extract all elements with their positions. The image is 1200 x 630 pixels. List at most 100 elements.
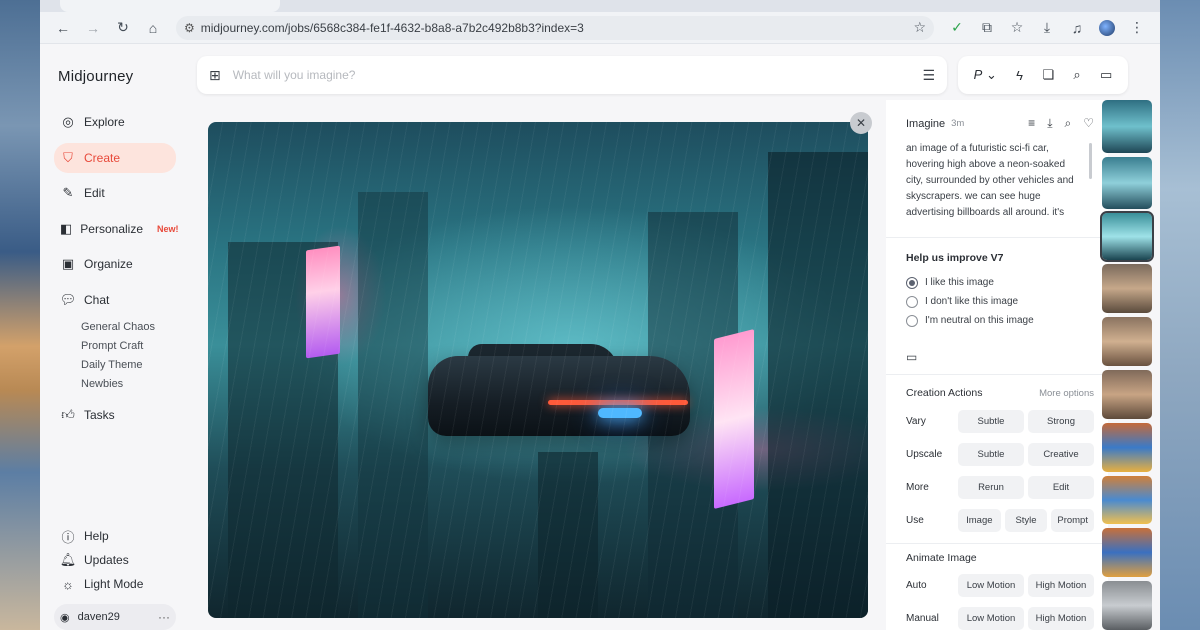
- bookmark-star-icon[interactable]: ☆: [913, 19, 926, 36]
- prompt-input[interactable]: What will you imagine?: [233, 68, 911, 82]
- folder-icon[interactable]: ▭: [1100, 67, 1112, 83]
- sidebar-item-chat[interactable]: 💬︎ Chat: [54, 285, 176, 315]
- divider: [886, 374, 1108, 375]
- thumbnail[interactable]: [1102, 475, 1152, 525]
- url-text[interactable]: midjourney.com/jobs/6568c384-fe1f-4632-b…: [201, 21, 908, 35]
- auto-low-motion-button[interactable]: Low Motion: [958, 574, 1024, 597]
- thumbnail[interactable]: [1102, 422, 1152, 472]
- divider: [886, 543, 1108, 544]
- user-account[interactable]: ◉ daven29 ···: [54, 604, 176, 630]
- list-icon[interactable]: ≡: [1028, 116, 1035, 131]
- light-mode-toggle[interactable]: ☼ Light Mode: [54, 572, 176, 596]
- sidebar-item-edit[interactable]: ✎ Edit: [54, 178, 176, 208]
- bell-icon: 🔔︎: [59, 552, 77, 567]
- edit-button[interactable]: Edit: [1028, 476, 1094, 499]
- updates-link[interactable]: 🔔︎ Updates: [54, 548, 176, 572]
- manual-high-motion-button[interactable]: High Motion: [1028, 607, 1094, 630]
- action-row-vary: Vary Subtle Strong: [906, 405, 1094, 438]
- radio-button[interactable]: [906, 295, 918, 308]
- radio-button[interactable]: [906, 314, 918, 327]
- browser-menu-icon[interactable]: ⋮: [1124, 15, 1150, 41]
- sidebar-item-organize[interactable]: ▣ Organize: [54, 249, 176, 279]
- thumbnail[interactable]: [1102, 156, 1152, 210]
- thumbnail[interactable]: [1102, 100, 1152, 153]
- thumbnail[interactable]: [1102, 317, 1152, 366]
- help-label: Help: [84, 529, 109, 543]
- reload-icon[interactable]: ↻: [110, 15, 136, 41]
- sidebar-item-create[interactable]: ⛉ Create: [54, 142, 176, 173]
- vary-strong-button[interactable]: Strong: [1028, 410, 1094, 433]
- download-icon[interactable]: ⤓: [1034, 15, 1060, 41]
- more-dots-icon[interactable]: ···: [158, 610, 170, 624]
- radio-button[interactable]: [906, 276, 918, 289]
- search-icon[interactable]: ⌕: [1073, 67, 1080, 83]
- upscale-creative-button[interactable]: Creative: [1028, 443, 1094, 466]
- chat-room-item[interactable]: Newbies: [81, 375, 176, 394]
- action-label: Vary: [906, 416, 926, 427]
- use-image-button[interactable]: Image: [958, 509, 1001, 532]
- personalize-icon: ◧: [60, 220, 73, 236]
- bookmarks-star-icon[interactable]: ☆: [1004, 15, 1030, 41]
- profile-avatar[interactable]: [1094, 15, 1120, 41]
- prompt-text[interactable]: an image of a futuristic sci-fi car, hov…: [906, 141, 1094, 221]
- chat-room-item[interactable]: Daily Theme: [81, 356, 176, 375]
- image-icon: ▣: [61, 256, 75, 271]
- feedback-option-like[interactable]: I like this image: [906, 273, 1094, 292]
- option-label: I'm neutral on this image: [925, 315, 1034, 326]
- chat-room-item[interactable]: Prompt Craft: [81, 337, 176, 356]
- auto-high-motion-button[interactable]: High Motion: [1028, 574, 1094, 597]
- vary-subtle-button[interactable]: Subtle: [958, 410, 1024, 433]
- heart-icon[interactable]: ♡: [1083, 116, 1094, 131]
- add-image-icon[interactable]: ⊞: [209, 67, 221, 84]
- address-bar[interactable]: ⚙ midjourney.com/jobs/6568c384-fe1f-4632…: [176, 15, 934, 40]
- thumbnail-selected[interactable]: [1100, 211, 1154, 263]
- thumbnail[interactable]: [1102, 369, 1152, 419]
- image-details-panel: Imagine 3m ≡ ⤓ ⌕ ♡ an image of a futuris…: [886, 100, 1108, 630]
- midjourney-app: Midjourney ◎ Explore ⛉ Create ✎ Edit ◧ P…: [40, 44, 1160, 630]
- feedback-title: Help us improve V7: [906, 252, 1004, 264]
- back-arrow-icon[interactable]: ←: [50, 15, 76, 41]
- download-icon[interactable]: ⤓: [1047, 116, 1052, 131]
- sidebar-item-tasks[interactable]: 👍︎ Tasks: [54, 400, 176, 430]
- personalization-dropdown[interactable]: P ⌄: [974, 67, 997, 83]
- brush-icon: ⛉: [63, 149, 73, 165]
- help-link[interactable]: ⓘ Help: [54, 524, 176, 548]
- close-icon[interactable]: ✕: [850, 112, 872, 134]
- folder-icon[interactable]: ▭: [906, 350, 1094, 364]
- personalization-letter: P: [973, 67, 983, 82]
- browser-tab[interactable]: [60, 0, 280, 12]
- home-icon[interactable]: ⌂: [140, 15, 166, 41]
- use-prompt-button[interactable]: Prompt: [1051, 509, 1095, 532]
- chat-icon: 💬︎: [59, 291, 77, 307]
- use-style-button[interactable]: Style: [1004, 509, 1048, 532]
- thumbnail[interactable]: [1102, 264, 1152, 314]
- sidebar-item-personalize[interactable]: ◧ Personalize New!: [54, 214, 179, 244]
- chat-rooms-list: General Chaos Prompt Craft Daily Theme N…: [81, 318, 176, 394]
- media-controls-icon[interactable]: ♫: [1064, 15, 1090, 41]
- sidebar-item-label: Explore: [84, 115, 125, 129]
- feedback-option-dislike[interactable]: I don't like this image: [906, 292, 1094, 311]
- feedback-option-neutral[interactable]: I'm neutral on this image: [906, 311, 1094, 330]
- check-extension-icon[interactable]: ✓: [944, 15, 970, 41]
- lightning-icon[interactable]: ϟ: [1016, 68, 1023, 83]
- edit-icon: ✎: [62, 185, 74, 200]
- manual-low-motion-button[interactable]: Low Motion: [958, 607, 1024, 630]
- brand-logo[interactable]: Midjourney: [58, 68, 176, 85]
- tab-strip: [40, 0, 1160, 12]
- rerun-button[interactable]: Rerun: [958, 476, 1024, 499]
- upscale-subtle-button[interactable]: Subtle: [958, 443, 1024, 466]
- settings-sliders-icon[interactable]: ☰: [922, 67, 935, 84]
- thumbnail[interactable]: [1102, 528, 1152, 578]
- forward-arrow-icon[interactable]: →: [80, 15, 106, 41]
- generated-image[interactable]: [208, 122, 868, 618]
- search-icon[interactable]: ⌕: [1065, 116, 1072, 131]
- site-settings-icon[interactable]: ⚙: [184, 21, 195, 35]
- prompt-bar: ⊞ What will you imagine? ☰: [197, 56, 947, 94]
- option-label: I don't like this image: [925, 296, 1019, 307]
- chat-bubble-icon[interactable]: ❏: [1042, 67, 1054, 83]
- sidebar-item-explore[interactable]: ◎ Explore: [54, 107, 176, 137]
- chat-room-item[interactable]: General Chaos: [81, 318, 176, 337]
- extensions-puzzle-icon[interactable]: ⧉: [974, 15, 1000, 41]
- thumbnail[interactable]: [1102, 581, 1152, 630]
- more-options-link[interactable]: More options: [1039, 388, 1094, 399]
